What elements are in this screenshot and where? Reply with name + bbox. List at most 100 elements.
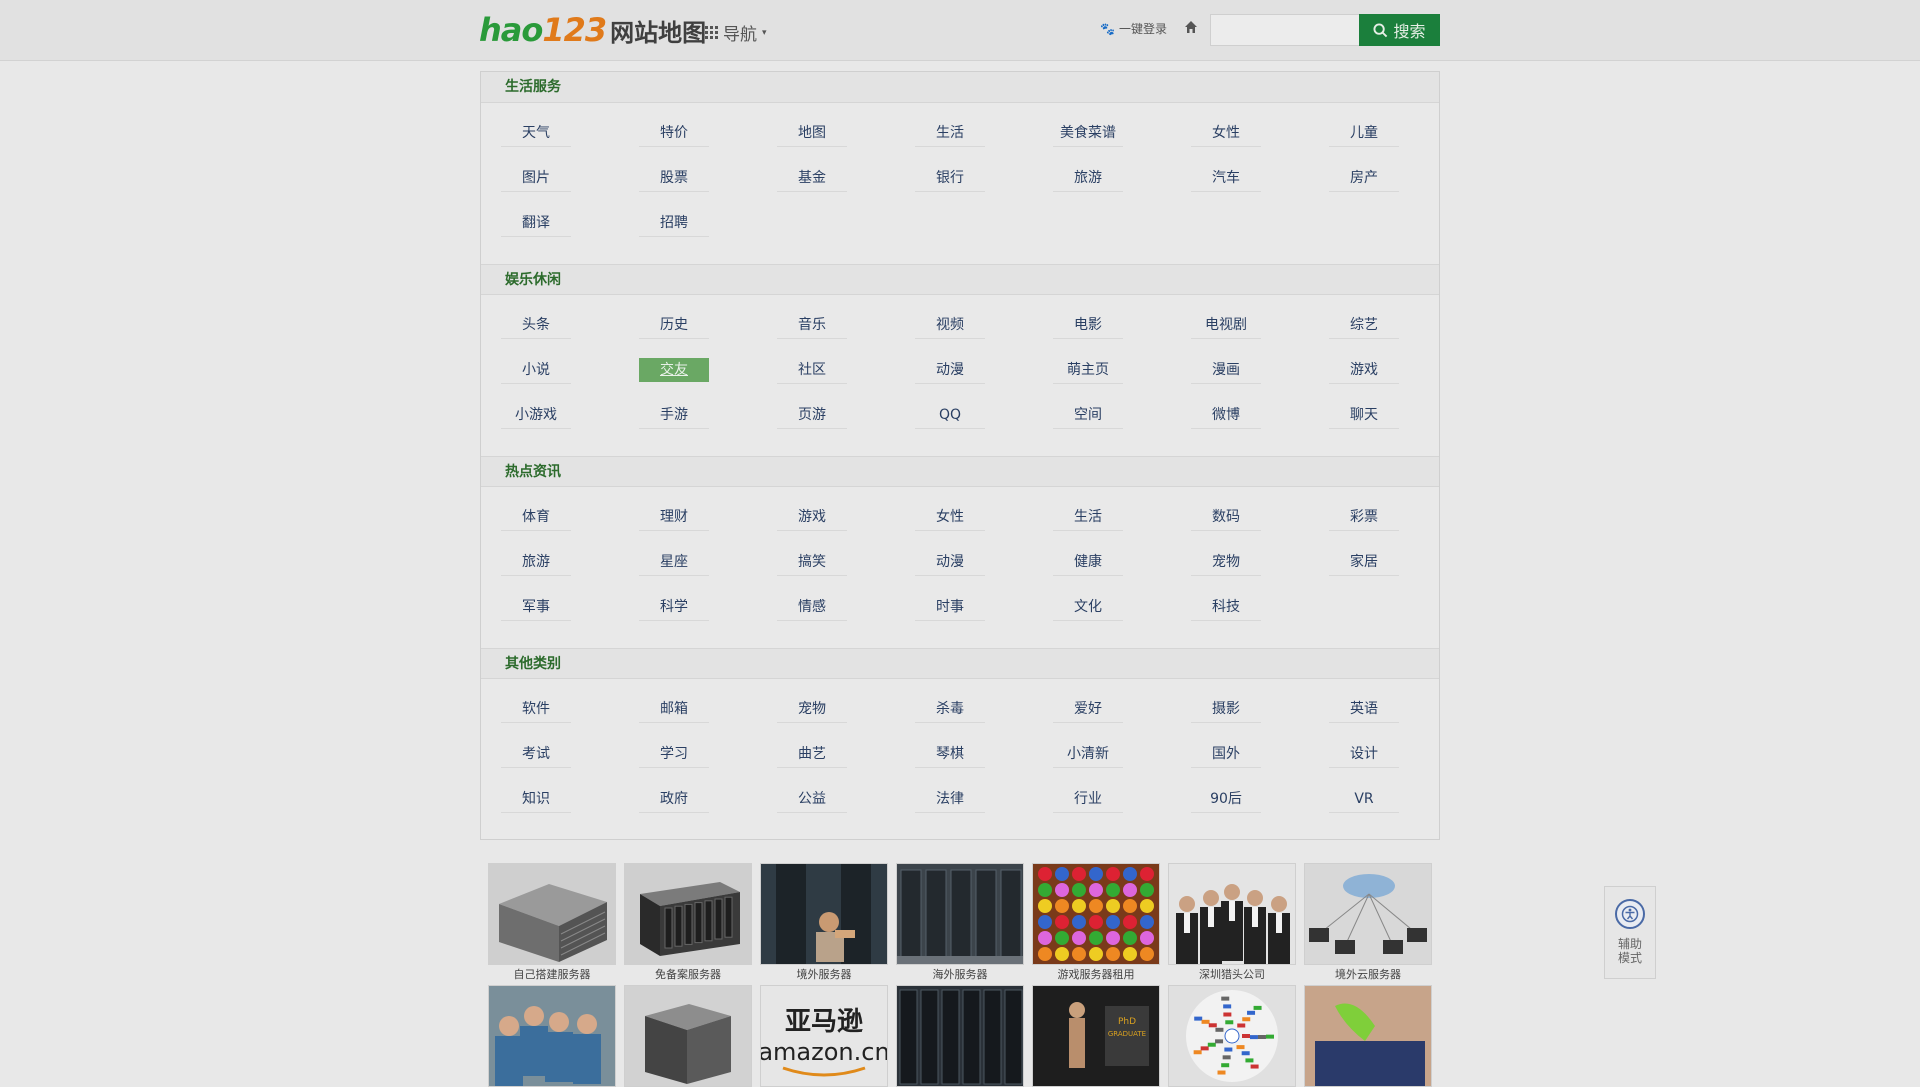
category-link[interactable]: 宠物: [777, 695, 847, 723]
home-icon[interactable]: [1184, 20, 1198, 34]
category-link[interactable]: 体育: [501, 503, 571, 531]
category-link[interactable]: 微博: [1191, 401, 1261, 429]
category-link[interactable]: 政府: [639, 785, 709, 813]
category-link[interactable]: 游戏: [1329, 356, 1399, 384]
category-link[interactable]: 科学: [639, 593, 709, 621]
category-link[interactable]: 健康: [1053, 548, 1123, 576]
category-link[interactable]: 小说: [501, 356, 571, 384]
category-link[interactable]: 萌主页: [1053, 356, 1123, 384]
category-link[interactable]: 女性: [915, 503, 985, 531]
category-link[interactable]: 软件: [501, 695, 571, 723]
category-link[interactable]: 国外: [1191, 740, 1261, 768]
category-link[interactable]: 儿童: [1329, 119, 1399, 147]
category-link[interactable]: 小清新: [1053, 740, 1123, 768]
ad-thumbnail[interactable]: [624, 863, 752, 965]
category-link[interactable]: 动漫: [915, 356, 985, 384]
category-link[interactable]: 银行: [915, 164, 985, 192]
category-link[interactable]: 学习: [639, 740, 709, 768]
category-link[interactable]: 漫画: [1191, 356, 1261, 384]
category-link[interactable]: 图片: [501, 164, 571, 192]
category-link[interactable]: 数码: [1191, 503, 1261, 531]
search-button[interactable]: 搜索: [1359, 14, 1440, 46]
category-link[interactable]: 家居: [1329, 548, 1399, 576]
category-link[interactable]: 房产: [1329, 164, 1399, 192]
category-link[interactable]: 行业: [1053, 785, 1123, 813]
category-link[interactable]: 美食菜谱: [1053, 119, 1123, 147]
ad-thumbnail[interactable]: [1168, 863, 1296, 965]
category-link[interactable]: 基金: [777, 164, 847, 192]
nav-menu-button[interactable]: 导航 ▾: [705, 20, 767, 45]
ad-thumbnail[interactable]: [488, 985, 616, 1087]
ad-caption[interactable]: 境外云服务器: [1304, 966, 1432, 982]
category-link[interactable]: 英语: [1329, 695, 1399, 723]
category-link[interactable]: 社区: [777, 356, 847, 384]
category-link[interactable]: 时事: [915, 593, 985, 621]
category-link[interactable]: VR: [1329, 785, 1399, 813]
category-link[interactable]: 生活: [1053, 503, 1123, 531]
category-link[interactable]: 爱好: [1053, 695, 1123, 723]
category-link[interactable]: 聊天: [1329, 401, 1399, 429]
category-link[interactable]: 星座: [639, 548, 709, 576]
category-link[interactable]: 电视剧: [1191, 311, 1261, 339]
category-link[interactable]: 空间: [1053, 401, 1123, 429]
category-link[interactable]: 页游: [777, 401, 847, 429]
category-link[interactable]: 地图: [777, 119, 847, 147]
category-link[interactable]: 女性: [1191, 119, 1261, 147]
ad-thumbnail[interactable]: [896, 863, 1024, 965]
category-link[interactable]: 综艺: [1329, 311, 1399, 339]
category-link[interactable]: 搞笑: [777, 548, 847, 576]
category-link[interactable]: 电影: [1053, 311, 1123, 339]
ad-caption[interactable]: 免备案服务器: [624, 966, 752, 982]
ad-thumbnail[interactable]: [896, 985, 1024, 1087]
ad-caption[interactable]: 自己搭建服务器: [488, 966, 616, 982]
ad-thumbnail[interactable]: [488, 863, 616, 965]
category-link[interactable]: 理财: [639, 503, 709, 531]
category-link[interactable]: 邮箱: [639, 695, 709, 723]
ad-caption[interactable]: 深圳猎头公司: [1168, 966, 1296, 982]
category-link[interactable]: 杀毒: [915, 695, 985, 723]
category-link[interactable]: 手游: [639, 401, 709, 429]
ad-thumbnail[interactable]: PhD GRADUATE: [1032, 985, 1160, 1087]
category-link[interactable]: 曲艺: [777, 740, 847, 768]
ad-caption[interactable]: 境外服务器: [760, 966, 888, 982]
ad-thumbnail[interactable]: [624, 985, 752, 1087]
category-link[interactable]: 军事: [501, 593, 571, 621]
category-link[interactable]: 天气: [501, 119, 571, 147]
category-link[interactable]: 琴棋: [915, 740, 985, 768]
one-click-login-link[interactable]: 🐾 一键登录: [1100, 20, 1167, 37]
ad-thumbnail[interactable]: [1304, 863, 1432, 965]
ad-thumbnail[interactable]: [1304, 985, 1432, 1087]
category-link[interactable]: 视频: [915, 311, 985, 339]
category-link[interactable]: 90后: [1191, 785, 1261, 813]
category-link[interactable]: 动漫: [915, 548, 985, 576]
logo[interactable]: hao 123 网站地图: [479, 11, 706, 49]
category-link[interactable]: 翻译: [501, 209, 571, 237]
category-link[interactable]: 摄影: [1191, 695, 1261, 723]
category-link[interactable]: 股票: [639, 164, 709, 192]
category-link[interactable]: QQ: [915, 401, 985, 429]
category-link[interactable]: 情感: [777, 593, 847, 621]
category-link[interactable]: 生活: [915, 119, 985, 147]
ad-thumbnail[interactable]: [1168, 985, 1296, 1087]
ad-caption[interactable]: 游戏服务器租用: [1032, 966, 1160, 982]
category-link[interactable]: 公益: [777, 785, 847, 813]
category-link[interactable]: 头条: [501, 311, 571, 339]
category-link[interactable]: 法律: [915, 785, 985, 813]
category-link[interactable]: 科技: [1191, 593, 1261, 621]
category-link[interactable]: 音乐: [777, 311, 847, 339]
category-link[interactable]: 交友: [639, 358, 709, 382]
category-link[interactable]: 旅游: [501, 548, 571, 576]
category-link[interactable]: 文化: [1053, 593, 1123, 621]
accessibility-mode-button[interactable]: 辅助模式: [1604, 886, 1656, 979]
category-link[interactable]: 特价: [639, 119, 709, 147]
search-input[interactable]: [1210, 14, 1360, 46]
ad-thumbnail[interactable]: [1032, 863, 1160, 965]
category-link[interactable]: 汽车: [1191, 164, 1261, 192]
category-link[interactable]: 游戏: [777, 503, 847, 531]
ad-caption[interactable]: 海外服务器: [896, 966, 1024, 982]
category-link[interactable]: 招聘: [639, 209, 709, 237]
category-link[interactable]: 设计: [1329, 740, 1399, 768]
category-link[interactable]: 知识: [501, 785, 571, 813]
category-link[interactable]: 旅游: [1053, 164, 1123, 192]
ad-thumbnail[interactable]: 亚马逊 amazon.cn: [760, 985, 888, 1087]
